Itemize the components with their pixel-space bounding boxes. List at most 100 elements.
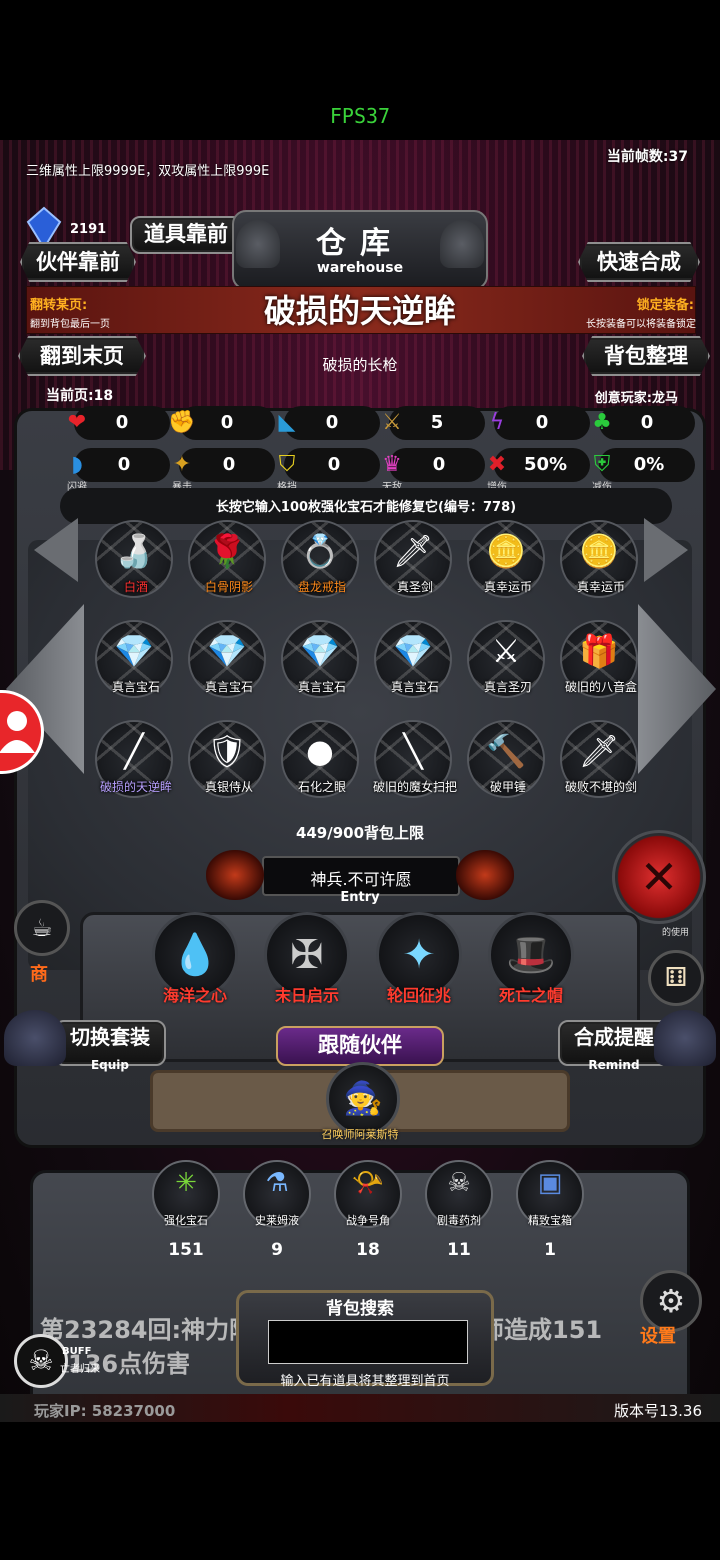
inventory-slot[interactable]: 🍶 白酒: [95, 520, 173, 598]
item-icon: 💎: [393, 632, 433, 670]
shop-button[interactable]: ☕: [14, 900, 70, 956]
inventory-slot[interactable]: 🎁 破旧的八音盒: [560, 620, 638, 698]
repair-hint-box: 长按它输入100枚强化宝石才能修复它(编号：778): [60, 488, 672, 524]
repair-hint: 长按它输入100枚强化宝石才能修复它(编号：778): [215, 500, 517, 515]
item-name-label: 真言宝石: [204, 680, 253, 694]
equipped-item-name: 末日启示: [274, 986, 339, 1005]
stat-value: 0%: [633, 454, 665, 475]
material-name: 史莱姆液: [255, 1214, 299, 1227]
entry-label: Entry: [340, 890, 380, 905]
quick-merge-button[interactable]: 快速合成: [578, 242, 700, 282]
inventory-slot[interactable]: 💎 真言宝石: [374, 620, 452, 698]
material-name: 战争号角: [346, 1214, 390, 1227]
settings-label: 设置: [640, 1326, 676, 1347]
search-input[interactable]: [268, 1320, 468, 1364]
inventory-slot[interactable]: ╲ 破旧的魔女扫把: [373, 720, 457, 798]
items-forward-button[interactable]: 道具靠前: [130, 216, 242, 254]
inventory-slot[interactable]: 🌹 白骨阴影: [188, 520, 266, 598]
stat-value: 0: [535, 412, 549, 433]
item-icon: 💍: [300, 532, 340, 570]
material-icon: ☠: [447, 1168, 471, 1198]
inventory-slot[interactable]: 🔨 破甲锤: [467, 720, 545, 798]
stat-value: 0: [327, 454, 341, 475]
left-flame-decoration: [206, 850, 264, 900]
inventory-slot[interactable]: 🪙 真幸运币: [467, 520, 545, 598]
inventory-slot[interactable]: 🗡 破败不堪的剑: [560, 720, 638, 798]
left-helmet-decoration: [236, 220, 280, 268]
merge-remind-label: 合成提醒: [574, 1025, 654, 1049]
material-icon: ⚗: [265, 1168, 289, 1198]
item-icon: 💎: [300, 632, 340, 670]
block-icon: ⛉: [278, 452, 296, 477]
damage-up-icon: ✖: [487, 452, 507, 477]
weapon-icon: ⚔: [382, 410, 402, 435]
search-title: 背包搜索: [326, 1299, 394, 1319]
inventory-slot[interactable]: 🛡 真银侍从: [188, 720, 266, 798]
magic-icon: ϟ: [489, 410, 505, 435]
equip-switch-sub: Equip: [90, 1058, 130, 1072]
equipped-item-name: 海洋之心: [162, 986, 227, 1005]
inventory-slot[interactable]: 💍 盘龙戒指: [281, 520, 359, 598]
stat-value: 0: [117, 454, 131, 475]
dice-button[interactable]: ⚅: [648, 950, 704, 1006]
material-icon: ✳: [175, 1168, 197, 1198]
item-icon: 🌹: [207, 532, 247, 570]
inventory-slot[interactable]: 💎 真言宝石: [188, 620, 266, 698]
item-icon: ╲: [403, 732, 423, 770]
inventory-slot[interactable]: ╱ 破损的天逆眸: [95, 720, 173, 798]
attribute-limit-text: 三维属性上限9999E，双攻属性上限999E: [26, 164, 270, 179]
item-name-label: 真圣剑: [396, 580, 433, 594]
user-icon: [0, 711, 35, 753]
damage-down-icon: ⛨: [593, 452, 611, 477]
left-helmet-icon: [4, 1010, 66, 1066]
current-page: 当前页:18: [46, 388, 114, 404]
heart-icon: ❤: [67, 410, 87, 435]
item-name-label: 白骨阴影: [204, 580, 253, 594]
item-name-label: 破败不堪的剑: [564, 780, 637, 794]
inventory-slot[interactable]: 🗡 真圣剑: [374, 520, 452, 598]
stat-value: 0: [432, 454, 446, 475]
partner-name: 召唤师阿莱斯特: [321, 1128, 399, 1141]
version-label: 版本号13.36: [614, 1402, 702, 1420]
inventory-slot[interactable]: ⚔ 真言圣刃: [467, 620, 545, 698]
gem-count: 2191: [70, 222, 107, 237]
equipped-item-name: 死亡之帽: [498, 986, 563, 1005]
item-icon: 💎: [114, 632, 154, 670]
material-name: 强化宝石: [164, 1214, 208, 1227]
shop-label: 商: [30, 964, 48, 985]
inventory-slot[interactable]: 💎 真言宝石: [95, 620, 173, 698]
item-name-label: 真银侍从: [204, 780, 253, 794]
follow-partner-title: 跟随伙伴: [276, 1026, 444, 1066]
material-icon: ▣: [537, 1168, 563, 1198]
buff-name: 亡者归来: [60, 1364, 100, 1375]
right-flame-decoration: [456, 850, 514, 900]
partners-forward-button[interactable]: 伙伴靠前: [20, 242, 136, 282]
merge-remind-sub: Remind: [588, 1058, 640, 1072]
item-name-label: 真言宝石: [297, 680, 346, 694]
stat-value: 5: [430, 412, 444, 433]
crit-icon: ✦: [172, 452, 192, 477]
invincible-icon: ♛: [382, 452, 402, 477]
partner-avatar[interactable]: 🧙: [326, 1062, 400, 1136]
material-name: 精致宝箱: [528, 1214, 572, 1227]
search-hint: 输入已有道具将其整理到首页: [280, 1374, 450, 1389]
player-ip: 玩家IP: 58237000: [34, 1402, 176, 1420]
material-name: 剧毒药剂: [437, 1214, 481, 1227]
boot-icon: ◣: [278, 410, 296, 435]
item-icon: 🗡: [392, 532, 434, 570]
item-name-label: 真言宝石: [111, 680, 160, 694]
equip-switch-button[interactable]: 切换套装 Equip: [54, 1020, 166, 1072]
frame-rate-text: 当前帧数:37: [606, 149, 688, 165]
inventory-slot[interactable]: 💎 真言宝石: [281, 620, 359, 698]
inventory-slot[interactable]: ● 石化之眼: [281, 720, 359, 798]
inventory-slot[interactable]: 🪙 真幸运币: [560, 520, 638, 598]
item-icon: ╱: [124, 732, 144, 770]
item-icon: 🪙: [579, 532, 619, 570]
stat-value: 0: [220, 412, 234, 433]
fps-counter: FPS37: [329, 104, 391, 128]
summoner-icon: 🧙: [343, 1079, 383, 1117]
item-name-label: 破旧的八音盒: [564, 680, 637, 694]
buff-label: BUFF: [62, 1346, 92, 1357]
item-name-label: 真言圣刃: [483, 680, 532, 694]
item-name-label: 破损的天逆眸: [99, 780, 172, 794]
